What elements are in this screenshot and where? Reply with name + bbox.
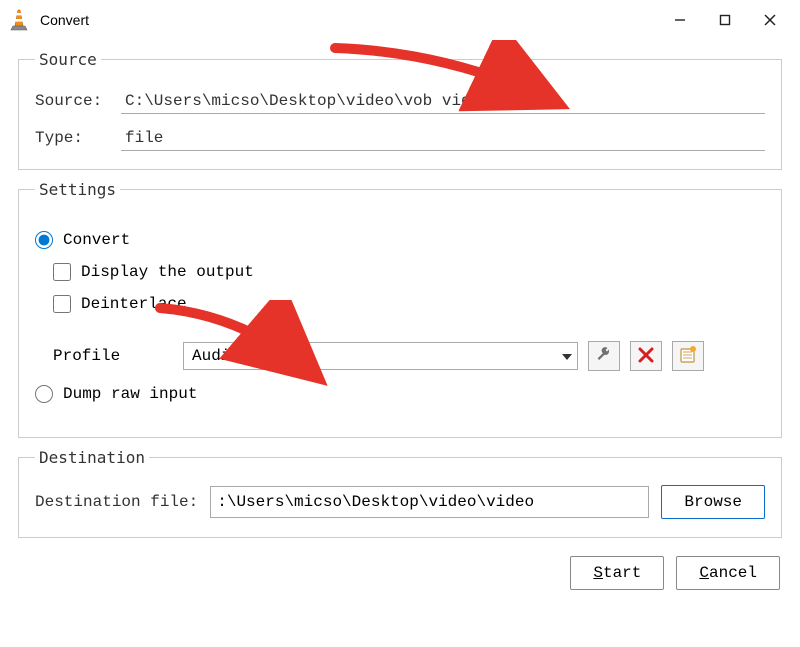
vlc-cone-icon — [8, 9, 30, 31]
source-legend: Source — [35, 50, 101, 69]
deinterlace-label: Deinterlace — [81, 295, 187, 313]
type-label: Type: — [35, 129, 121, 147]
destination-group: Destination Destination file: Browse — [18, 448, 782, 538]
profile-select[interactable]: Audio - MP3 — [183, 342, 578, 370]
delete-profile-button[interactable] — [630, 341, 662, 371]
display-output-checkbox[interactable] — [53, 263, 71, 281]
new-profile-icon — [679, 346, 697, 367]
delete-icon — [638, 347, 654, 366]
maximize-button[interactable] — [702, 5, 747, 35]
dump-raw-label: Dump raw input — [63, 385, 197, 403]
destination-file-label: Destination file: — [35, 493, 198, 511]
action-row: Start Cancel — [0, 548, 800, 590]
edit-profile-button[interactable] — [588, 341, 620, 371]
new-profile-button[interactable] — [672, 341, 704, 371]
source-input[interactable] — [121, 87, 765, 114]
destination-file-input[interactable] — [210, 486, 649, 518]
titlebar: Convert — [0, 0, 800, 40]
settings-legend: Settings — [35, 180, 120, 199]
destination-legend: Destination — [35, 448, 149, 467]
settings-group: Settings Convert Display the output Dein… — [18, 180, 782, 438]
source-group: Source Source: Type: — [18, 50, 782, 170]
deinterlace-checkbox[interactable] — [53, 295, 71, 313]
convert-radio[interactable] — [35, 231, 53, 249]
type-input[interactable] — [121, 124, 765, 151]
convert-radio-label: Convert — [63, 231, 130, 249]
start-button[interactable]: Start — [570, 556, 664, 590]
source-label: Source: — [35, 92, 121, 110]
display-output-label: Display the output — [81, 263, 254, 281]
dump-raw-radio[interactable] — [35, 385, 53, 403]
browse-button[interactable]: Browse — [661, 485, 765, 519]
wrench-icon — [595, 346, 613, 367]
window-title: Convert — [40, 12, 657, 28]
minimize-button[interactable] — [657, 5, 702, 35]
cancel-button[interactable]: Cancel — [676, 556, 780, 590]
profile-label: Profile — [53, 347, 173, 365]
close-button[interactable] — [747, 5, 792, 35]
